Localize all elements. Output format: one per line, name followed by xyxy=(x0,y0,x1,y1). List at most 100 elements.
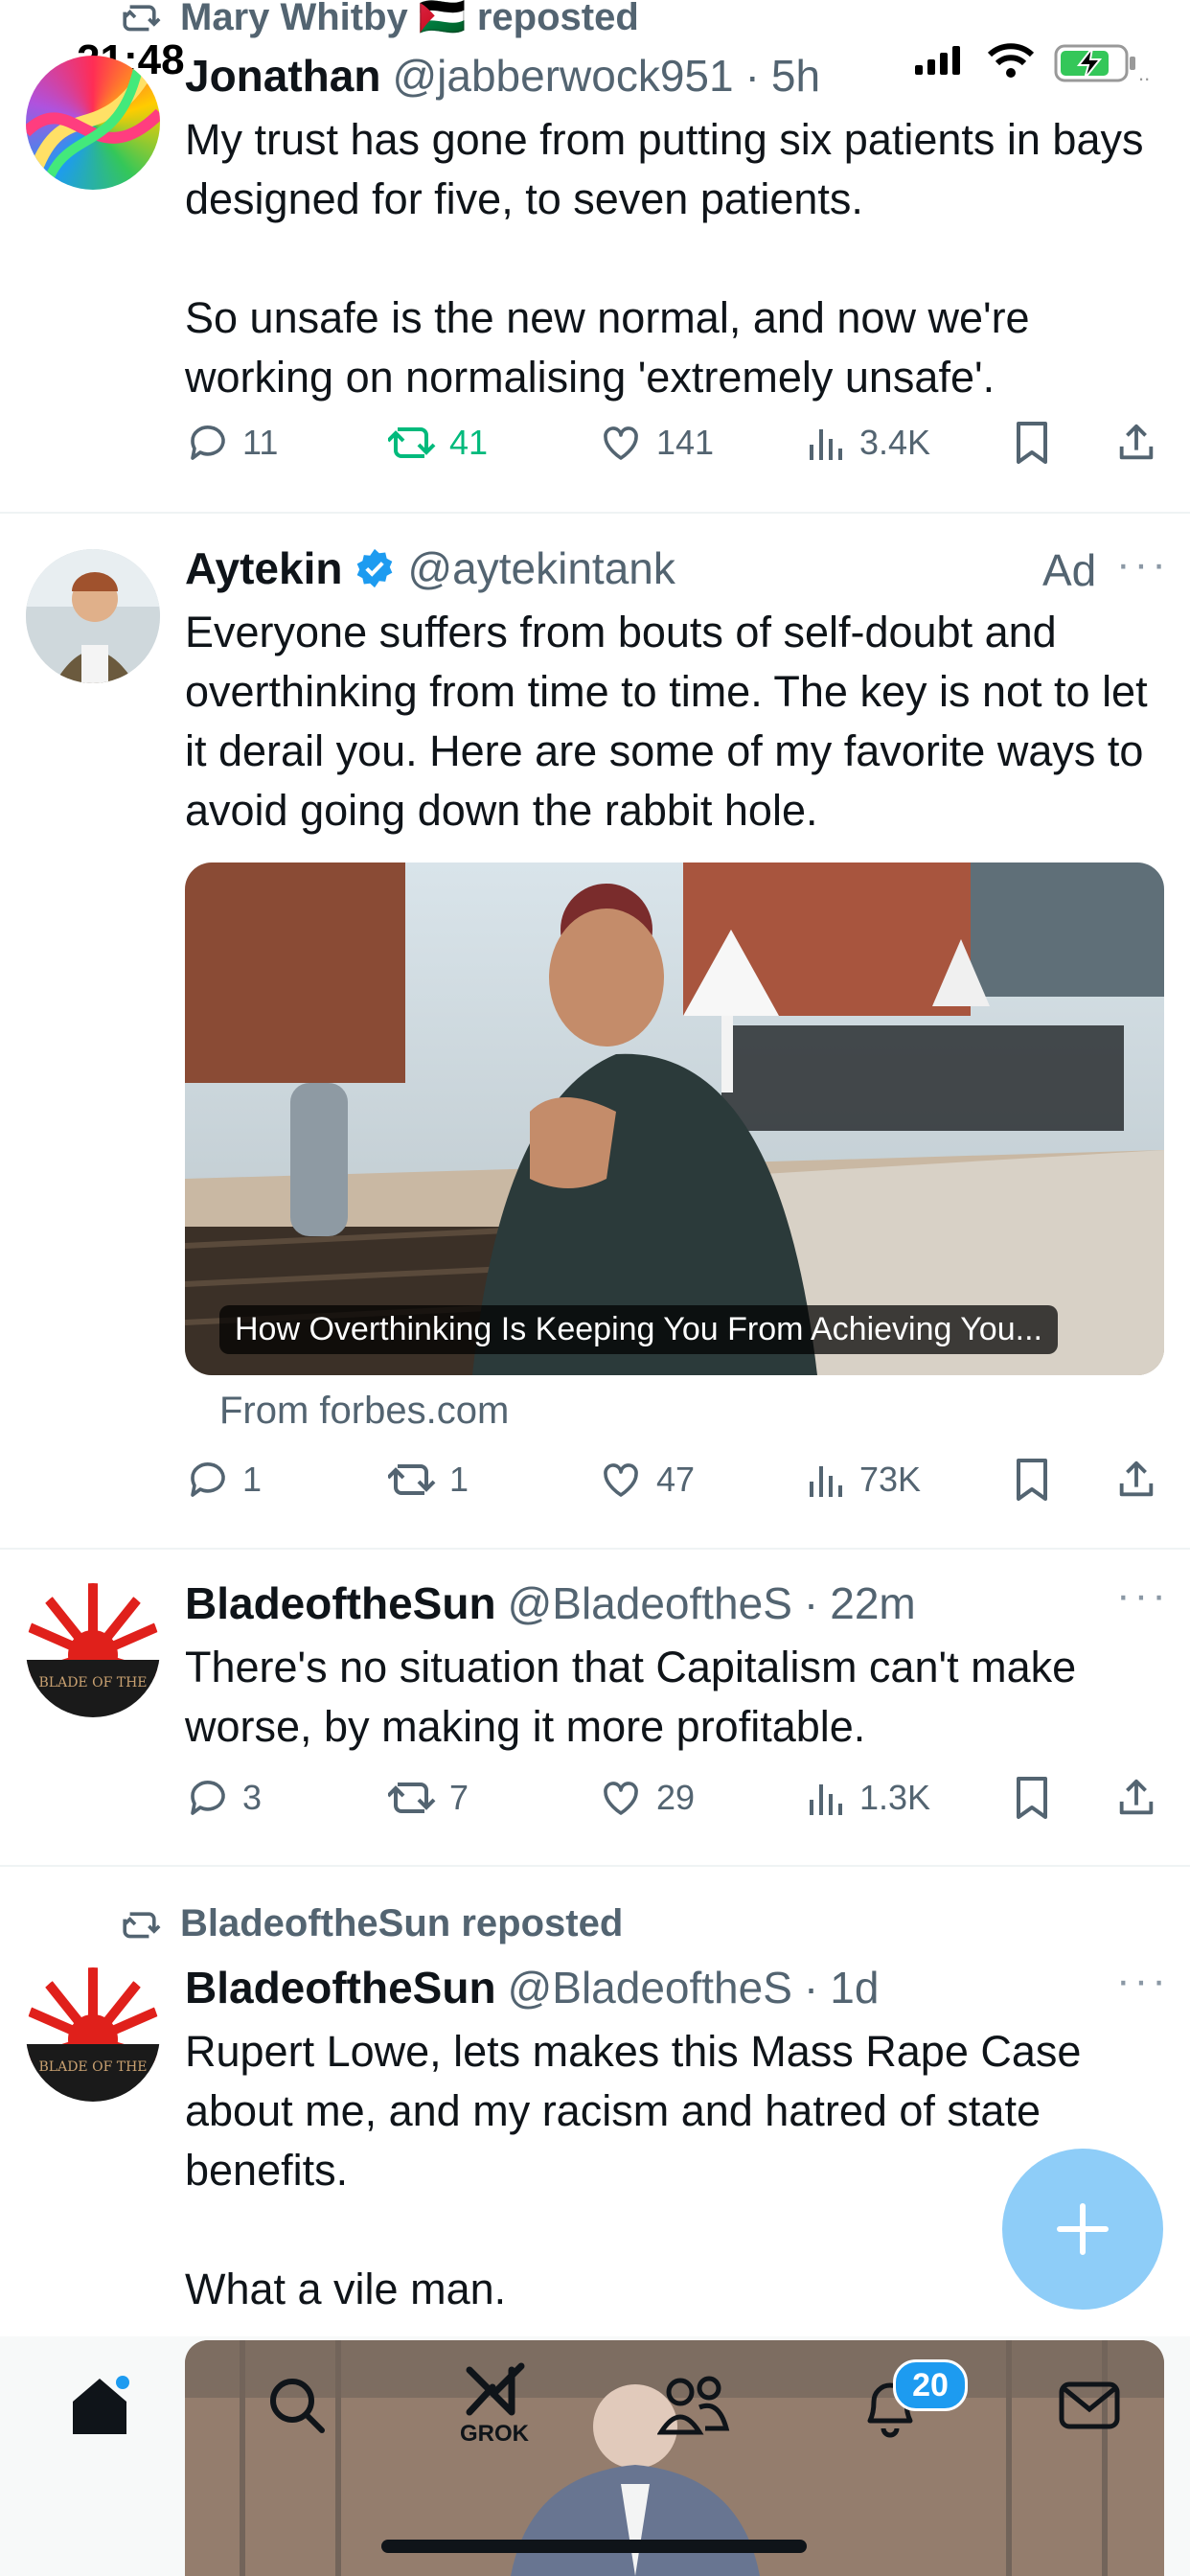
tweet-header: Aytekin @aytekintank xyxy=(185,542,675,594)
tweet-time[interactable]: 5h xyxy=(771,50,820,102)
share-icon xyxy=(1119,424,1154,460)
more-button[interactable]: ··· xyxy=(1116,540,1170,588)
search-icon[interactable] xyxy=(266,2375,328,2436)
separator-dot: · xyxy=(744,51,760,101)
like-button[interactable]: 29 xyxy=(597,1775,695,1821)
bookmark-button[interactable] xyxy=(1013,1775,1051,1821)
share-button[interactable] xyxy=(1114,420,1158,466)
separator-dot: · xyxy=(803,1963,819,2012)
avatar[interactable]: BLADE OF THE xyxy=(26,1967,160,2102)
card-source[interactable]: From forbes.com xyxy=(219,1390,509,1433)
avatar-text: BLADE OF THE xyxy=(39,2059,148,2075)
tweet-header: BladeoftheSun @BladeoftheS · 1d xyxy=(185,1962,879,2013)
compose-button[interactable] xyxy=(1002,2149,1163,2310)
reply-count: 11 xyxy=(242,423,279,462)
like-icon xyxy=(604,1463,638,1497)
views-count: 3.4K xyxy=(859,423,931,462)
like-count: 47 xyxy=(656,1460,696,1499)
link-card[interactable]: How Overthinking Is Keeping You From Ach… xyxy=(185,862,1164,1375)
like-count: 29 xyxy=(656,1778,696,1817)
grok-tab[interactable]: GROK xyxy=(456,2362,533,2448)
home-icon[interactable] xyxy=(67,2375,132,2438)
handle[interactable]: @aytekintank xyxy=(407,542,675,594)
like-button[interactable]: 141 xyxy=(597,420,714,466)
tweet-time[interactable]: 1d xyxy=(830,1962,879,2013)
verified-icon xyxy=(357,548,393,588)
views-button[interactable]: 3.4K xyxy=(806,420,930,466)
repost-button[interactable]: 41 xyxy=(388,420,488,466)
repost-indicator: BladeoftheSun reposted xyxy=(123,1902,623,1945)
repost-by-label: BladeoftheSun reposted xyxy=(180,1902,624,1944)
views-button[interactable]: 1.3K xyxy=(806,1775,930,1821)
repost-icon xyxy=(388,1782,436,1813)
avatar-text: BLADE OF THE xyxy=(39,1675,148,1690)
display-name[interactable]: Jonathan xyxy=(185,50,380,102)
card-title: How Overthinking Is Keeping You From Ach… xyxy=(219,1305,1058,1354)
handle[interactable]: @BladeoftheS xyxy=(508,1962,792,2013)
grok-label: GROK xyxy=(460,2421,529,2447)
ad-label: Ad xyxy=(1042,545,1097,595)
svg-text:..: .. xyxy=(1138,61,1150,84)
tweet-text: My trust has gone from putting six patie… xyxy=(185,115,1144,402)
views-button[interactable]: 73K xyxy=(806,1457,921,1503)
tweet-actions: 1 1 47 73K xyxy=(185,1457,1162,1514)
bookmark-button[interactable] xyxy=(1013,420,1051,466)
wifi-icon xyxy=(987,43,1035,78)
share-icon xyxy=(1119,1460,1154,1497)
messages-icon[interactable] xyxy=(1058,2379,1121,2432)
bookmark-icon xyxy=(1017,1777,1047,1819)
communities-icon[interactable] xyxy=(657,2373,730,2436)
tweet-time[interactable]: 22m xyxy=(830,1577,915,1629)
views-icon xyxy=(810,429,842,460)
avatar[interactable] xyxy=(26,549,160,683)
like-button[interactable]: 47 xyxy=(597,1457,695,1503)
battery-charging-icon: .. xyxy=(1054,44,1150,84)
bookmark-icon xyxy=(1017,1459,1047,1501)
reply-button[interactable]: 11 xyxy=(185,420,278,466)
bookmark-icon xyxy=(1017,422,1047,464)
views-count: 73K xyxy=(859,1460,922,1499)
like-icon xyxy=(604,1782,638,1815)
divider xyxy=(0,512,1190,514)
reply-button[interactable]: 1 xyxy=(185,1457,262,1503)
avatar[interactable] xyxy=(26,56,160,190)
views-icon xyxy=(810,1466,842,1497)
repost-icon xyxy=(123,4,161,31)
grok-icon xyxy=(466,2362,525,2416)
repost-button[interactable]: 1 xyxy=(388,1457,469,1503)
display-name[interactable]: Aytekin xyxy=(185,542,342,594)
avatar[interactable]: BLADE OF THE xyxy=(26,1583,160,1717)
bookmark-button[interactable] xyxy=(1013,1457,1051,1503)
tweet-actions: 11 41 141 3.4K xyxy=(185,420,1162,477)
more-button[interactable]: ··· xyxy=(1116,1572,1170,1620)
notification-badge: 20 xyxy=(893,2359,968,2411)
compose-icon xyxy=(1057,2203,1109,2255)
reply-icon xyxy=(191,1462,225,1497)
home-indicator[interactable] xyxy=(381,2540,807,2553)
display-name[interactable]: BladeoftheSun xyxy=(185,1962,496,2013)
tweet-text: Everyone suffers from bouts of self-doub… xyxy=(185,608,1160,835)
repost-button[interactable]: 7 xyxy=(388,1775,469,1821)
divider xyxy=(0,1865,1190,1867)
share-icon xyxy=(1119,1779,1154,1815)
repost-indicator: Mary Whitby 🇵🇸 reposted xyxy=(123,0,639,39)
share-button[interactable] xyxy=(1114,1775,1158,1821)
views-count: 1.3K xyxy=(859,1778,931,1817)
share-button[interactable] xyxy=(1114,1457,1158,1503)
handle[interactable]: @jabberwock951 xyxy=(392,50,733,102)
repost-icon xyxy=(123,1911,161,1938)
like-count: 141 xyxy=(656,423,715,462)
reply-icon xyxy=(191,1781,225,1815)
card-image xyxy=(185,862,1164,1375)
reply-count: 3 xyxy=(242,1778,263,1817)
reply-count: 1 xyxy=(242,1460,263,1499)
cellular-signal-icon xyxy=(915,46,960,75)
repost-icon xyxy=(388,1464,436,1495)
repost-count: 7 xyxy=(449,1778,469,1817)
repost-count: 41 xyxy=(449,423,489,462)
handle[interactable]: @BladeoftheS xyxy=(508,1577,792,1629)
display-name[interactable]: BladeoftheSun xyxy=(185,1577,496,1629)
reply-button[interactable]: 3 xyxy=(185,1775,262,1821)
more-button[interactable]: ··· xyxy=(1116,1957,1170,2005)
like-icon xyxy=(604,426,638,460)
